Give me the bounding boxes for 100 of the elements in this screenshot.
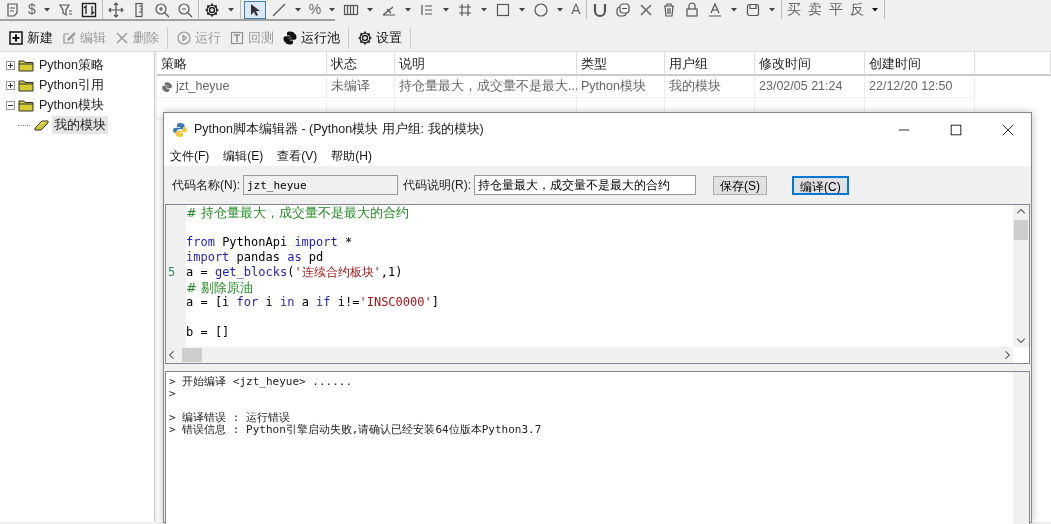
table-cell-text: Python模块	[581, 78, 646, 96]
zoom-out-icon	[176, 1, 193, 18]
python-icon	[282, 29, 298, 46]
rectangle-icon	[495, 1, 512, 18]
close-icon	[637, 1, 654, 18]
table-cell-text: 持仓量最大，成交量不是最大...	[399, 78, 579, 96]
move-icon	[107, 1, 124, 18]
column-header[interactable]: 用户组	[665, 52, 755, 76]
line-number: 5	[167, 265, 176, 280]
caret-icon[interactable]	[404, 6, 413, 13]
toolbar-button[interactable]: 新建	[8, 27, 53, 48]
zoom-in-icon	[153, 1, 170, 18]
name-field[interactable]: jzt_heyue	[243, 175, 398, 195]
circle-icon	[533, 1, 550, 18]
caret-icon[interactable]	[767, 6, 776, 13]
code-line: a = [i for i in a if i!='INSC0000']	[186, 295, 439, 310]
caret-icon[interactable]	[556, 6, 565, 13]
caret-icon	[870, 6, 879, 13]
toolbar-button[interactable]	[243, 0, 266, 19]
column-header[interactable]: 类型	[577, 52, 665, 76]
toolbar-button[interactable]: $	[26, 0, 38, 19]
caret-icon[interactable]	[42, 6, 51, 13]
tree-item[interactable]: Python策略	[37, 55, 106, 75]
magnet-icon	[591, 1, 608, 18]
column-header[interactable]: 修改时间	[755, 52, 865, 76]
caret-icon[interactable]	[366, 6, 375, 13]
dialog-button[interactable]: 编译(C)	[792, 175, 849, 195]
folder-icon	[18, 77, 34, 93]
column-header[interactable]: 创建时间	[865, 52, 975, 76]
column-header[interactable]: 策略	[157, 52, 327, 76]
expand-icon[interactable]	[6, 80, 15, 90]
menu-item[interactable]: 文件(F)	[170, 146, 210, 166]
field-label: 代码说明(R):	[403, 177, 471, 194]
toolbar-button[interactable]: 买	[784, 0, 803, 19]
toolbar-button[interactable]: 反	[847, 0, 866, 19]
collapse-icon[interactable]	[6, 100, 15, 110]
field-label: 代码名称(N):	[172, 177, 240, 194]
module-icon	[33, 117, 49, 133]
tree-item[interactable]: Python模块	[37, 95, 106, 115]
grid-icon	[457, 1, 474, 18]
caret-icon[interactable]	[226, 6, 235, 13]
caret-icon[interactable]	[328, 6, 337, 13]
table-cell-text: 未编译	[331, 78, 370, 96]
dialog-button[interactable]: 保存(S)	[713, 175, 767, 195]
caret-icon[interactable]	[293, 6, 302, 13]
caret-icon[interactable]	[480, 6, 489, 13]
lock-icon	[683, 1, 700, 18]
folder-icon	[18, 57, 34, 73]
note-icon	[5, 1, 21, 18]
column-header[interactable]: 状态	[327, 52, 395, 76]
save-icon	[744, 1, 761, 18]
tree-item[interactable]: 我的模块	[52, 115, 108, 135]
copy-icon	[614, 1, 631, 18]
filter-icon	[57, 1, 74, 18]
sort-icon	[80, 1, 97, 18]
play-icon	[176, 29, 192, 46]
menu-item[interactable]: 查看(V)	[277, 146, 318, 166]
menu-item[interactable]: 帮助(H)	[331, 146, 372, 166]
scrollbar-thumb[interactable]	[1014, 220, 1028, 240]
line-icon	[270, 1, 287, 18]
vertical-scrollbar[interactable]	[1013, 372, 1029, 524]
expand-icon[interactable]	[6, 60, 15, 70]
toolbar-button[interactable]: 平	[826, 0, 845, 19]
toolbar-button[interactable]: 设置	[357, 27, 402, 48]
close-icon	[114, 29, 130, 46]
close-icon	[1001, 122, 1015, 137]
code-line: import pandas as pd	[186, 250, 324, 265]
menu-item[interactable]: 编辑(E)	[223, 146, 264, 166]
python-icon	[161, 80, 173, 93]
tree-item[interactable]: Python引用	[37, 75, 106, 95]
column-header[interactable]: 说明	[395, 52, 577, 76]
code-line: from PythonApi import *	[186, 235, 353, 250]
code-line: a = get_blocks('连续合约板块',1)	[186, 265, 403, 280]
caret-icon[interactable]	[442, 6, 451, 13]
vertical-scrollbar[interactable]	[1013, 205, 1029, 347]
description-field[interactable]: 持仓量最大，成交量不是最大的合约	[474, 175, 696, 195]
toolbar-button[interactable]: %	[306, 0, 324, 19]
output-line: >	[169, 387, 176, 400]
python-icon	[172, 121, 188, 138]
scrollbar-thumb[interactable]	[182, 348, 202, 362]
horizontal-scrollbar[interactable]	[166, 347, 1013, 363]
output-line: > 编译错误 : 运行错误	[169, 411, 291, 424]
window-title: Python脚本编辑器 - (Python模块 用户组: 我的模块)	[194, 121, 484, 139]
table-cell-text: 我的模块	[669, 78, 721, 96]
toolbar-button[interactable]: A	[569, 0, 583, 19]
table-cell-text: 23/02/05 21:24	[759, 78, 843, 96]
toolbar-button[interactable]: 卖	[805, 0, 824, 19]
code-line: b = []	[186, 325, 230, 340]
code-line: # 持仓量最大，成交量不是最大的合约	[186, 205, 410, 220]
output-line: > 开始编译 <jzt_heyue> ......	[169, 375, 353, 388]
caret-icon[interactable]	[729, 6, 738, 13]
settings-icon	[357, 29, 373, 46]
folder-icon	[18, 97, 34, 113]
toolbar-button[interactable]: 运行池	[282, 27, 340, 48]
table-cell-text: 22/12/20 12:50	[869, 78, 953, 96]
t-box-icon	[229, 29, 245, 46]
font-icon	[706, 1, 723, 18]
plus-icon	[8, 29, 24, 46]
caret-icon[interactable]	[518, 6, 527, 13]
maximize-icon	[949, 122, 963, 137]
